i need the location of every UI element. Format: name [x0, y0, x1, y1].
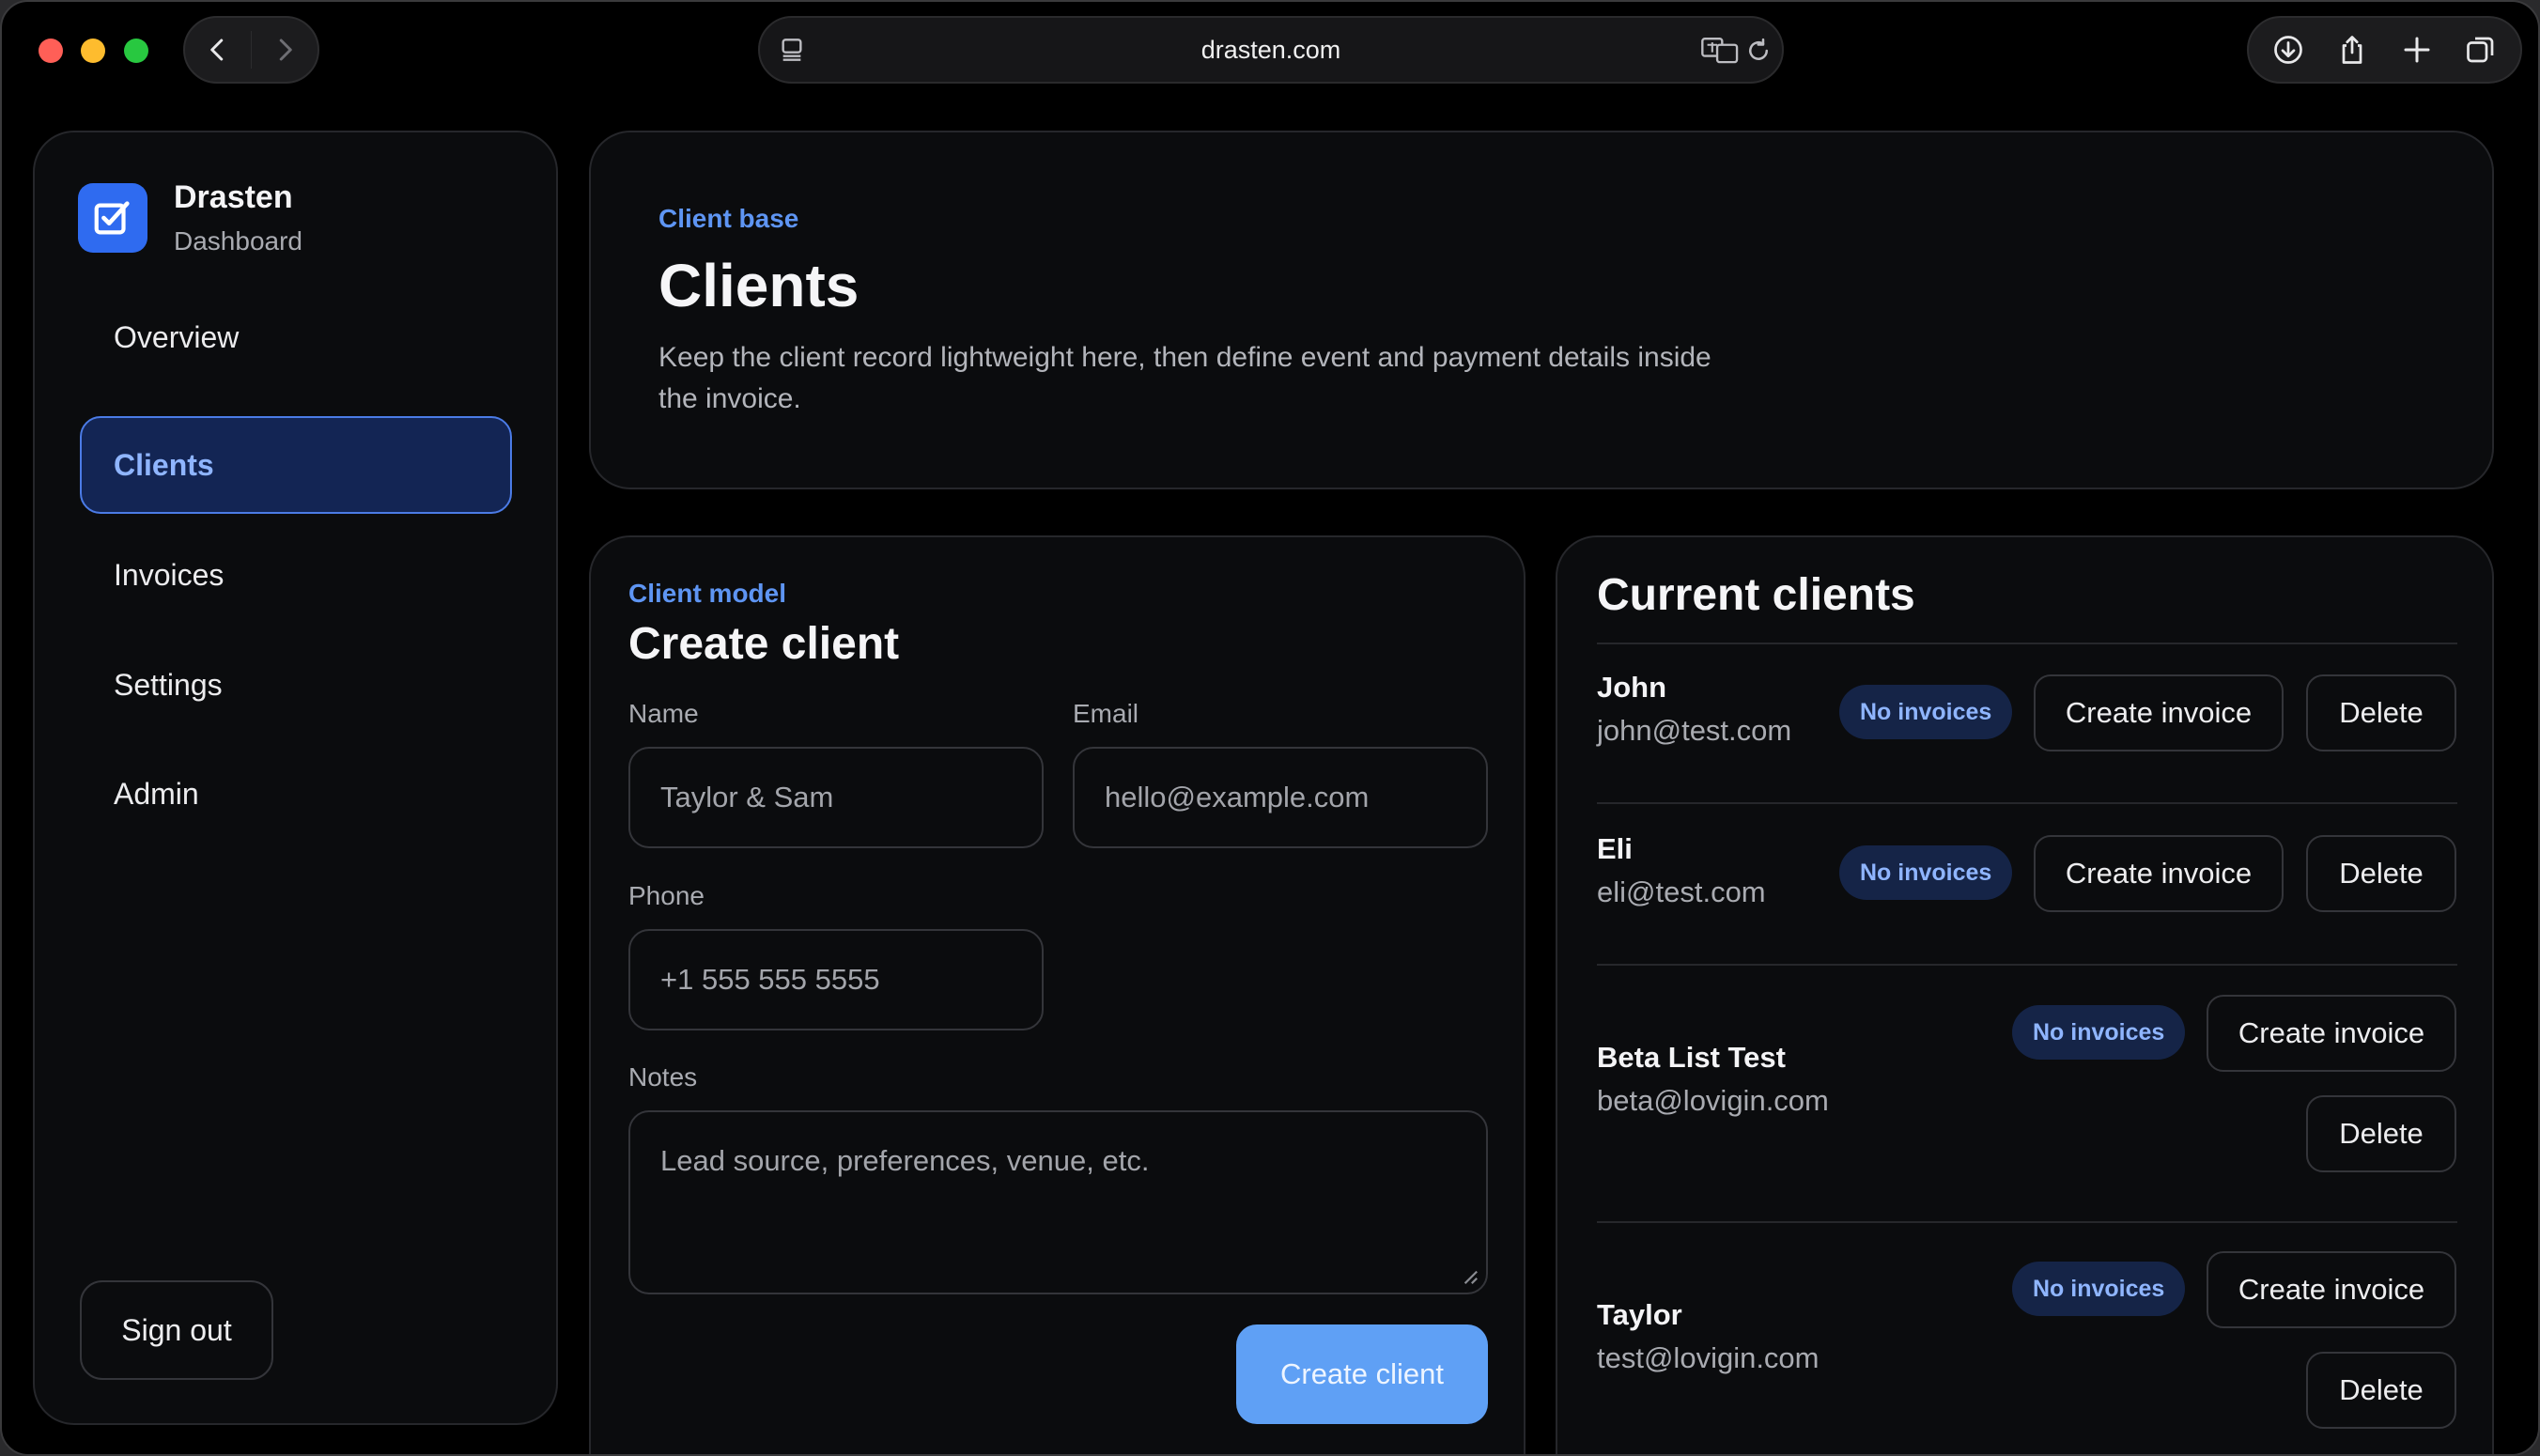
- browser-toolbar: drasten.com: [2, 2, 2538, 100]
- browser-window: drasten.com Drasten Dashboard Overview C…: [0, 0, 2540, 1456]
- address-bar[interactable]: drasten.com: [758, 16, 1784, 84]
- sidebar-item-clients[interactable]: Clients: [80, 416, 512, 514]
- email-label: Email: [1073, 699, 1139, 728]
- delete-button[interactable]: Delete: [2306, 674, 2456, 751]
- status-badge: No invoices: [1839, 685, 2013, 739]
- close-window-button[interactable]: [39, 39, 63, 63]
- reload-icon[interactable]: [1744, 37, 1773, 65]
- email-input[interactable]: hello@example.com: [1073, 747, 1488, 848]
- client-name: John: [1597, 671, 1667, 704]
- divider: [1597, 643, 2457, 644]
- tabs-icon: [2467, 37, 2494, 63]
- chevron-left-icon: [210, 39, 224, 61]
- notes-placeholder: Lead source, preferences, venue, etc.: [660, 1144, 1150, 1177]
- resize-handle-icon[interactable]: [1462, 1268, 1479, 1285]
- notes-label: Notes: [628, 1062, 698, 1092]
- create-client-card: Client model Create client Name Taylor &…: [589, 535, 1526, 1454]
- minimize-window-button[interactable]: [81, 39, 105, 63]
- brand-subtitle: Dashboard: [174, 226, 302, 256]
- client-name: Beta List Test: [1597, 1041, 1786, 1074]
- sidebar-item-settings[interactable]: Settings: [80, 636, 512, 734]
- client-name: Eli: [1597, 832, 1633, 865]
- notes-textarea[interactable]: Lead source, preferences, venue, etc.: [628, 1110, 1488, 1294]
- page-header-card: Client base Clients Keep the client reco…: [589, 131, 2494, 489]
- translate-icon[interactable]: [1701, 35, 1741, 65]
- share-icon: [2343, 36, 2362, 64]
- divider: [1597, 964, 2457, 966]
- sidebar-item-overview[interactable]: Overview: [80, 288, 512, 386]
- phone-input[interactable]: +1 555 555 5555: [628, 929, 1044, 1030]
- client-email: beta@lovigin.com: [1597, 1084, 1829, 1117]
- browser-actions: [2247, 16, 2522, 84]
- url-text: drasten.com: [1200, 36, 1341, 64]
- create-invoice-button[interactable]: Create invoice: [2207, 1251, 2456, 1328]
- navigation-controls: [183, 16, 319, 84]
- sidebar-item-invoices[interactable]: Invoices: [80, 526, 512, 624]
- client-email: john@test.com: [1597, 714, 1792, 747]
- brand-logo[interactable]: [78, 183, 147, 253]
- plus-icon: [2404, 37, 2430, 63]
- page-title: Clients: [658, 252, 860, 319]
- zoom-window-button[interactable]: [124, 39, 148, 63]
- chevron-right-icon: [279, 39, 292, 61]
- download-icon: [2274, 36, 2302, 64]
- delete-button[interactable]: Delete: [2306, 1352, 2456, 1429]
- create-client-button[interactable]: Create client: [1236, 1324, 1488, 1424]
- new-tab-button[interactable]: [2389, 22, 2445, 78]
- name-input[interactable]: Taylor & Sam: [628, 747, 1044, 848]
- clients-title: Current clients: [1597, 570, 1915, 620]
- delete-button[interactable]: Delete: [2306, 1095, 2456, 1172]
- name-label: Name: [628, 699, 699, 728]
- form-eyebrow: Client model: [628, 579, 787, 608]
- sidebar-item-admin[interactable]: Admin: [80, 745, 512, 843]
- brand-name: Drasten: [174, 179, 293, 215]
- delete-button[interactable]: Delete: [2306, 835, 2456, 912]
- current-clients-card: Current clients John john@test.com No in…: [1556, 535, 2494, 1454]
- downloads-button[interactable]: [2260, 22, 2316, 78]
- divider: [1597, 802, 2457, 804]
- form-title: Create client: [628, 619, 900, 669]
- client-email: eli@test.com: [1597, 875, 1766, 908]
- status-badge: No invoices: [1839, 845, 2013, 900]
- checkbox-pencil-icon: [94, 201, 130, 235]
- status-badge: No invoices: [2012, 1262, 2186, 1316]
- create-invoice-button[interactable]: Create invoice: [2034, 835, 2284, 912]
- page-description: Keep the client record lightweight here,…: [658, 342, 1711, 414]
- client-name: Taylor: [1597, 1298, 1682, 1331]
- forward-button[interactable]: [252, 18, 318, 82]
- status-badge: No invoices: [2012, 1005, 2186, 1060]
- sign-out-button[interactable]: Sign out: [80, 1280, 273, 1380]
- divider: [1597, 1221, 2457, 1223]
- page-eyebrow: Client base: [658, 204, 799, 233]
- tab-overview-button[interactable]: [2453, 22, 2509, 78]
- create-invoice-button[interactable]: Create invoice: [2034, 674, 2284, 751]
- back-button[interactable]: [185, 18, 251, 82]
- share-button[interactable]: [2324, 22, 2380, 78]
- phone-label: Phone: [628, 881, 705, 910]
- create-invoice-button[interactable]: Create invoice: [2207, 995, 2456, 1072]
- client-email: test@lovigin.com: [1597, 1341, 1820, 1374]
- sidebar: Drasten Dashboard Overview Clients Invoi…: [33, 131, 558, 1425]
